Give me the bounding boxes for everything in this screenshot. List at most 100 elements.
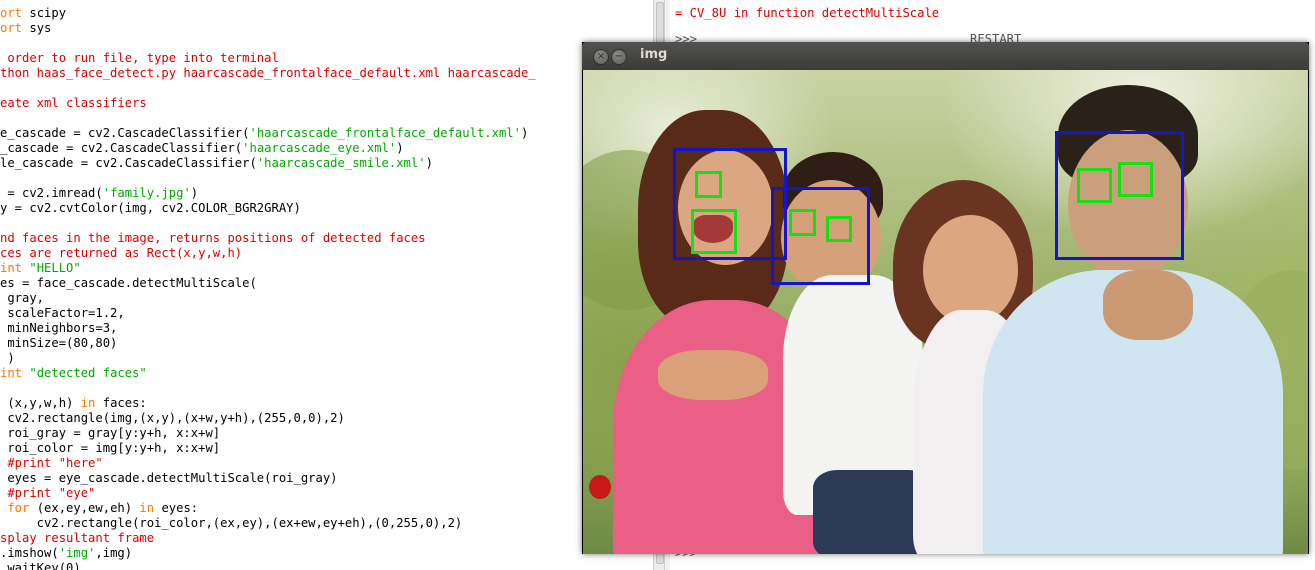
code-token: ,img) <box>95 546 133 560</box>
code-token: .imshow( <box>0 546 59 560</box>
code-line[interactable]: y = cv2.cvtColor(img, cv2.COLOR_BGR2GRAY… <box>0 201 301 216</box>
code-token: ) <box>425 156 433 170</box>
code-line[interactable]: thon haas_face_detect.py haarcascade_fro… <box>0 66 536 81</box>
code-token: cv2.rectangle(roi_color,(ex,ey),(ex+ew,e… <box>0 516 463 530</box>
code-token: eate xml classifiers <box>0 96 147 110</box>
code-token: gray, <box>0 291 45 305</box>
code-token: ) <box>396 141 404 155</box>
code-line[interactable]: e_cascade = cv2.CascadeClassifier('haarc… <box>0 126 528 141</box>
close-icon[interactable]: × <box>593 49 609 65</box>
image-window[interactable]: × − img <box>582 42 1309 554</box>
man-arm <box>1103 270 1193 340</box>
code-token: order to run file, type into terminal <box>0 51 279 65</box>
code-token: in <box>139 501 155 515</box>
code-token: 'img' <box>58 546 96 560</box>
code-line[interactable]: gray, <box>0 291 44 306</box>
code-token: roi_gray = gray[y:y+h, x:x+w] <box>0 426 221 440</box>
code-token: nd faces in the image, returns positions… <box>0 231 426 245</box>
code-token: #print "here" <box>0 456 103 470</box>
shell-error-line: = CV_8U in function detectMultiScale <box>675 6 940 20</box>
minimize-icon[interactable]: − <box>611 49 627 65</box>
code-line[interactable]: #print "eye" <box>0 486 95 501</box>
code-token: sys <box>22 21 52 35</box>
code-line[interactable]: int "detected faces" <box>0 366 147 381</box>
eye-detection-box <box>695 171 722 198</box>
code-token: "HELLO" <box>22 261 81 275</box>
girl-face <box>923 215 1018 325</box>
eye-detection-box <box>789 209 816 236</box>
code-line[interactable]: for (ex,ey,ew,eh) in eyes: <box>0 501 198 516</box>
code-token: ort <box>0 6 23 20</box>
code-line[interactable]: int "HELLO" <box>0 261 81 276</box>
code-line[interactable]: minSize=(80,80) <box>0 336 117 351</box>
code-line[interactable]: order to run file, type into terminal <box>0 51 279 66</box>
eye-detection-box <box>691 209 737 254</box>
red-flower <box>589 475 611 499</box>
code-token: int <box>0 261 23 275</box>
code-token: scaleFactor=1.2, <box>0 306 125 320</box>
code-token: 'family.jpg' <box>102 186 191 200</box>
code-line[interactable]: _cascade = cv2.CascadeClassifier('haarca… <box>0 141 404 156</box>
face-detection-box <box>771 187 870 285</box>
code-line[interactable]: minNeighbors=3, <box>0 321 117 336</box>
code-line[interactable]: .waitKey(0) <box>0 561 81 570</box>
code-token: eyes = eye_cascade.detectMultiScale(roi_… <box>0 471 338 485</box>
code-token: cv2.rectangle(img,(x,y),(x+w,y+h),(255,0… <box>0 411 345 425</box>
code-line[interactable]: cv2.rectangle(img,(x,y),(x+w,y+h),(255,0… <box>0 411 345 426</box>
code-token: ces are returned as Rect(x,y,w,h) <box>0 246 243 260</box>
window-titlebar[interactable]: × − img <box>582 42 1309 70</box>
code-token: ) <box>520 126 529 140</box>
code-token: = cv2.imread( <box>0 186 103 200</box>
code-line[interactable]: scaleFactor=1.2, <box>0 306 125 321</box>
code-token: splay resultant frame <box>0 531 155 545</box>
code-line[interactable]: = cv2.imread('family.jpg') <box>0 186 198 201</box>
code-token: _cascade = cv2.CascadeClassifier( <box>0 141 243 155</box>
code-editor[interactable]: ort scipy ort sys order to run file, type… <box>0 0 653 570</box>
code-token: minNeighbors=3, <box>0 321 118 335</box>
code-line[interactable]: es = face_cascade.detectMultiScale( <box>0 276 257 291</box>
code-token: ) <box>0 351 15 365</box>
code-token: 'haarcascade_smile.xml' <box>256 156 426 170</box>
code-line[interactable]: cv2.rectangle(roi_color,(ex,ey),(ex+ew,e… <box>0 516 463 531</box>
code-line[interactable]: (x,y,w,h) in faces: <box>0 396 147 411</box>
code-token: 'haarcascade_frontalface_default.xml' <box>249 126 521 140</box>
code-line[interactable]: ) <box>0 351 15 366</box>
woman-arm <box>658 350 768 400</box>
code-line[interactable]: le_cascade = cv2.CascadeClassifier('haar… <box>0 156 433 171</box>
code-token: faces: <box>95 396 147 410</box>
code-token: (ex,ey,ew,eh) <box>29 501 140 515</box>
code-token: es = face_cascade.detectMultiScale( <box>0 276 257 290</box>
code-token: eyes: <box>154 501 199 515</box>
code-line[interactable]: eate xml classifiers <box>0 96 147 111</box>
code-token: ) <box>190 186 199 200</box>
code-token: minSize=(80,80) <box>0 336 118 350</box>
code-line[interactable]: splay resultant frame <box>0 531 154 546</box>
code-line[interactable]: roi_gray = gray[y:y+h, x:x+w] <box>0 426 220 441</box>
eye-detection-box <box>826 216 852 242</box>
code-line[interactable]: ort scipy <box>0 6 66 21</box>
code-token: y = cv2.cvtColor(img, cv2.COLOR_BGR2GRAY… <box>0 201 301 215</box>
code-line[interactable]: nd faces in the image, returns positions… <box>0 231 426 246</box>
code-token: .waitKey(0) <box>0 561 81 570</box>
eye-detection-box <box>1077 168 1112 203</box>
code-token: e_cascade = cv2.CascadeClassifier( <box>0 126 250 140</box>
code-token: for <box>0 501 30 515</box>
code-line[interactable]: ces are returned as Rect(x,y,w,h) <box>0 246 242 261</box>
code-token: #print "eye" <box>0 486 96 500</box>
code-line[interactable]: eyes = eye_cascade.detectMultiScale(roi_… <box>0 471 338 486</box>
code-token: (x,y,w,h) <box>0 396 81 410</box>
code-token: scipy <box>22 6 67 20</box>
code-token: roi_color = img[y:y+h, x:x+w] <box>0 441 221 455</box>
code-token: ort <box>0 21 23 35</box>
family-photo <box>583 70 1308 554</box>
code-line[interactable]: .imshow('img',img) <box>0 546 132 561</box>
code-line[interactable]: #print "here" <box>0 456 103 471</box>
code-token: in <box>80 396 96 410</box>
code-token: le_cascade = cv2.CascadeClassifier( <box>0 156 257 170</box>
code-token: int <box>0 366 23 380</box>
eye-detection-box <box>1118 162 1153 197</box>
window-title: img <box>640 47 668 62</box>
code-line[interactable]: ort sys <box>0 21 51 36</box>
code-line[interactable]: roi_color = img[y:y+h, x:x+w] <box>0 441 220 456</box>
code-token: thon haas_face_detect.py haarcascade_fro… <box>0 66 536 80</box>
